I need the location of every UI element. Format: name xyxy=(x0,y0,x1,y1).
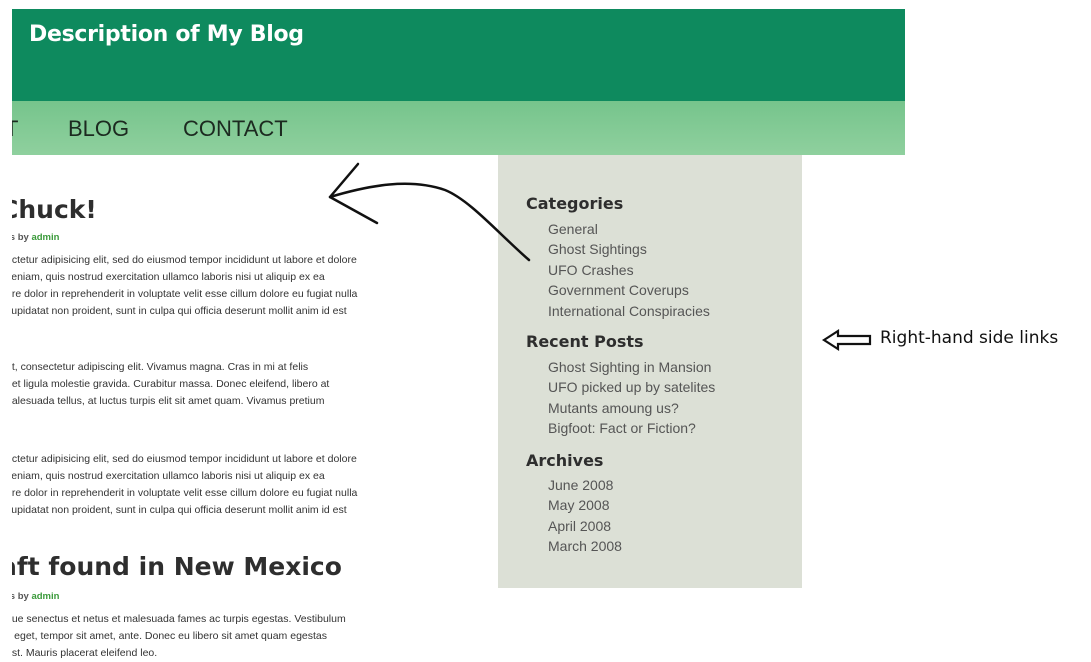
annotation-label: Right-hand side links xyxy=(880,328,1059,348)
left-arrow-outline-icon xyxy=(821,328,872,352)
hand-drawn-arrow-icon xyxy=(328,162,531,262)
